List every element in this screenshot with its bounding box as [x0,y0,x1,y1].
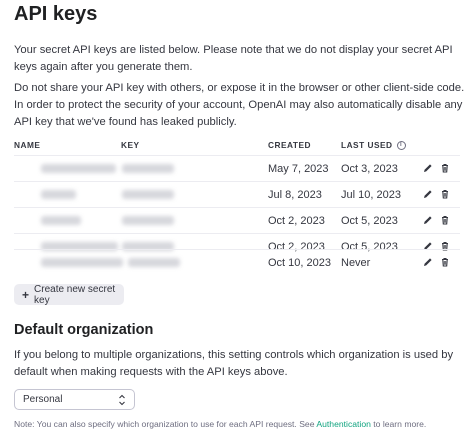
delete-trash-icon[interactable] [439,256,451,268]
intro-paragraph-2: Do not share your API key with others, o… [14,82,465,128]
column-header-last-used: LAST USED i [341,140,406,151]
authentication-link[interactable]: Authentication [316,419,370,429]
edit-pencil-icon[interactable] [422,256,434,268]
organization-select-value: Personal [23,394,63,405]
create-new-secret-key-button[interactable]: + Create new secret key [14,283,124,306]
table-row: Jul 8, 2023 Jul 10, 2023 [14,181,460,208]
table-row: Oct 10, 2023 Never [14,249,460,275]
column-header-key: KEY [121,140,140,150]
column-header-created: CREATED [268,140,311,150]
create-new-secret-key-label: Create new secret key [34,283,116,306]
info-icon[interactable]: i [396,141,406,151]
secret-key-redacted [122,164,174,173]
edit-pencil-icon[interactable] [422,162,434,174]
delete-trash-icon[interactable] [439,214,451,226]
last-used-date: Oct 5, 2023 [341,215,398,227]
key-name-redacted [41,216,81,225]
table-row: May 7, 2023 Oct 3, 2023 [14,155,460,182]
organization-note: Note: You can also specify which organiz… [14,419,426,429]
note-prefix: Note: You can also specify which organiz… [14,419,317,429]
last-used-date: Jul 10, 2023 [341,189,401,201]
delete-trash-icon[interactable] [439,188,451,200]
created-date: Oct 2, 2023 [268,215,325,227]
created-date: May 7, 2023 [268,163,329,175]
page-title: API keys [14,3,98,25]
organization-select[interactable]: Personal [14,389,135,410]
secret-key-redacted [128,258,180,267]
delete-trash-icon[interactable] [439,162,451,174]
edit-pencil-icon[interactable] [422,188,434,200]
key-name-redacted [41,258,123,267]
column-header-last-used-label: LAST USED [341,140,393,150]
created-date: Oct 10, 2023 [268,257,331,269]
column-header-name: NAME [14,140,41,150]
plus-icon: + [22,287,30,302]
edit-pencil-icon[interactable] [422,214,434,226]
last-used-date: Never [341,257,371,269]
default-organization-description: If you belong to multiple organizations,… [14,349,454,378]
last-used-date: Oct 3, 2023 [341,163,398,175]
default-organization-heading: Default organization [14,322,154,338]
key-name-redacted [41,164,116,173]
key-name-redacted [41,190,76,199]
secret-key-redacted [122,216,174,225]
intro-paragraph-1: Your secret API keys are listed below. P… [14,44,453,73]
chevron-up-down-icon [119,394,125,406]
created-date: Jul 8, 2023 [268,189,322,201]
table-row: Oct 2, 2023 Oct 5, 2023 [14,207,460,234]
note-suffix: to learn more. [370,419,427,429]
secret-key-redacted [122,190,174,199]
